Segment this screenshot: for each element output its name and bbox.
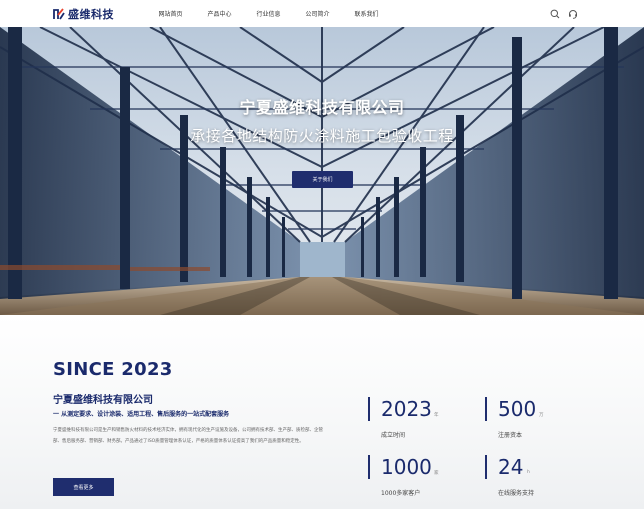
stat-unit: 万 [539, 413, 544, 418]
service-slogan: 一 从测定要求、设计涂装、适用工程、售后服务的一站式配套服务 [53, 411, 230, 418]
stat-label: 成立时间 [381, 432, 406, 439]
nav-contact[interactable]: 联系我们 [342, 9, 391, 18]
view-more-button[interactable]: 查看更多 [53, 478, 114, 496]
stat-number: 500 [498, 397, 537, 421]
nav-home[interactable]: 网站首页 [146, 9, 195, 18]
stat-number: 2023 [381, 397, 432, 421]
stat-divider [485, 455, 487, 479]
stat-divider [485, 397, 487, 421]
hero-title: 宁夏盛维科技有限公司 [239, 98, 405, 117]
stat-divider [368, 455, 370, 479]
stat-unit: 家 [434, 471, 439, 476]
page: 盛维科技 网站首页 产品中心 行业信息 公司简介 联系我们 宁夏盛维科技有限公司… [0, 0, 644, 509]
main-nav: 网站首页 产品中心 行业信息 公司简介 联系我们 [146, 0, 391, 27]
search-icon[interactable] [550, 9, 560, 19]
stat-divider [368, 397, 370, 421]
nav-about[interactable]: 公司简介 [293, 9, 342, 18]
stat-label: 注册资本 [498, 432, 523, 439]
logo-mark-icon [53, 8, 65, 20]
stat-number: 24 [498, 455, 524, 479]
stat-label: 1000多家客户 [381, 490, 421, 497]
stat-unit: 年 [434, 413, 439, 418]
site-header: 盛维科技 网站首页 产品中心 行业信息 公司简介 联系我们 [0, 0, 644, 27]
hero-subtitle: 承接各地结构防火涂料施工包验收工程 [190, 127, 454, 145]
hero-banner: 宁夏盛维科技有限公司 承接各地结构防火涂料施工包验收工程 关于我们 [0, 27, 644, 315]
headset-icon[interactable] [568, 9, 578, 19]
logo-text: 盛维科技 [68, 8, 114, 21]
company-name: 宁夏盛维科技有限公司 [53, 395, 153, 406]
company-description: 宁夏盛维科技有限公司是生产和销售防火材料的技术经济实体，拥有现代化的生产设施及设… [53, 428, 323, 444]
nav-industry-news[interactable]: 行业信息 [244, 9, 293, 18]
about-section: SINCE 2023 宁夏盛维科技有限公司 一 从测定要求、设计涂装、适用工程、… [0, 315, 644, 509]
logo[interactable]: 盛维科技 [53, 6, 114, 22]
stat-unit: h [527, 470, 530, 475]
about-us-button[interactable]: 关于我们 [292, 171, 353, 188]
nav-products[interactable]: 产品中心 [195, 9, 244, 18]
stat-number: 1000 [381, 455, 432, 479]
stat-label: 在线服务支持 [498, 490, 535, 497]
since-heading: SINCE 2023 [53, 359, 173, 380]
